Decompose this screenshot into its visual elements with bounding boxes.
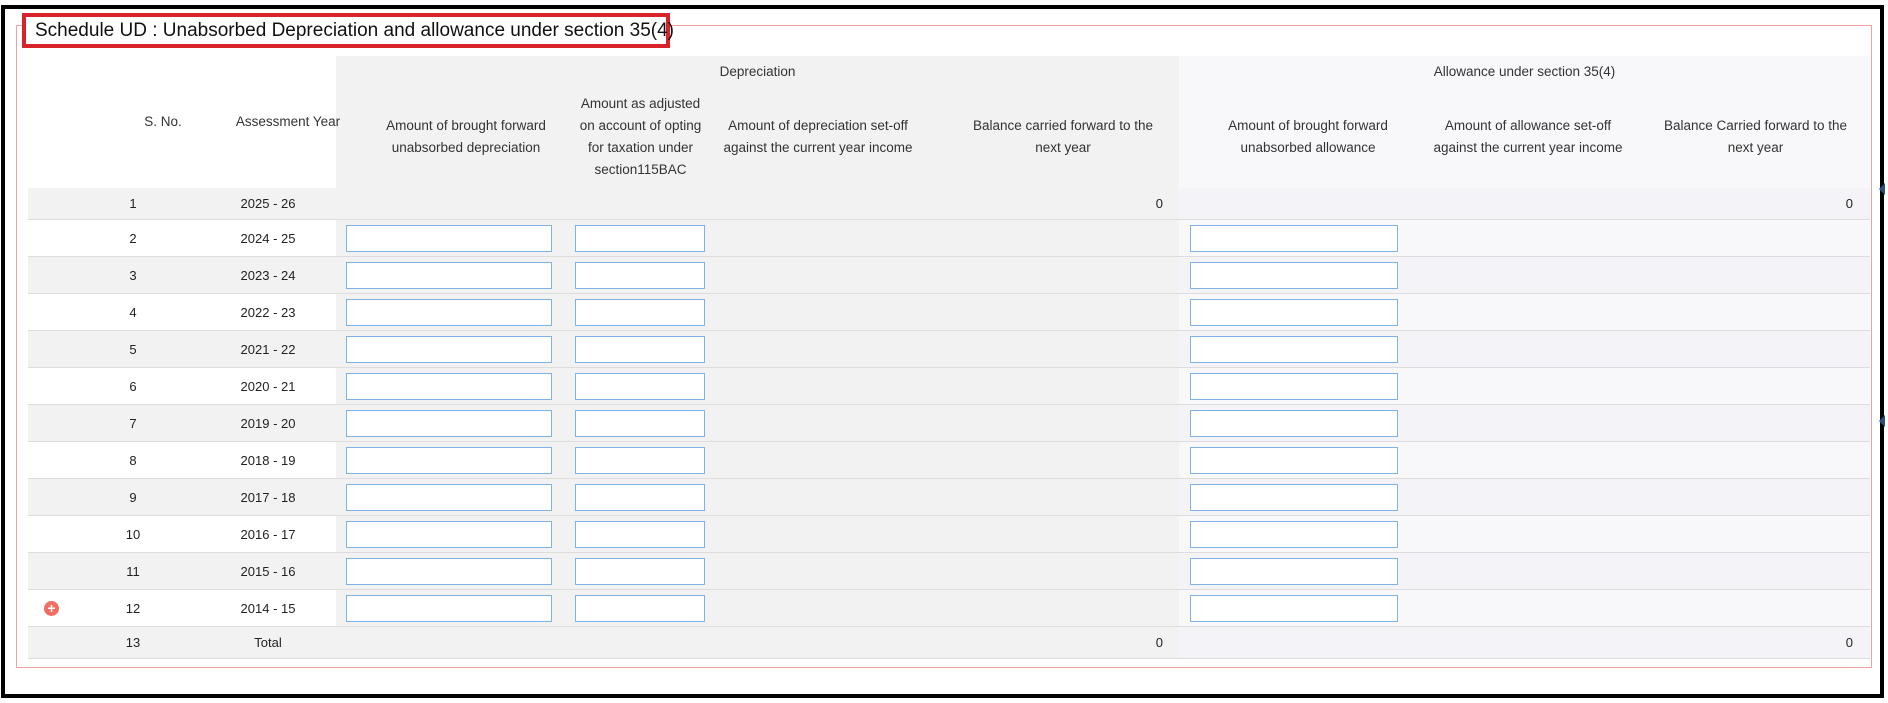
alw-brought-forward-input[interactable] xyxy=(1190,373,1398,400)
header-dep-brought-forward: Amount of brought forward unabsorbed dep… xyxy=(386,118,546,155)
row-sno: 3 xyxy=(129,267,137,283)
table-row: 9 2017 - 18 xyxy=(28,479,1870,516)
row-assessment-year: 2018 - 19 xyxy=(240,452,296,468)
plus-circle-icon[interactable]: + xyxy=(44,601,59,616)
dep-balance-value: 0 xyxy=(1155,635,1163,650)
header-allowance-group: Allowance under section 35(4) xyxy=(1433,64,1616,79)
table-row: 5 2021 - 22 xyxy=(28,331,1870,368)
row-sno: 6 xyxy=(129,378,137,394)
allowance-cells xyxy=(1179,188,1870,219)
header-dep-adjusted: Amount as adjusted on account of opting … xyxy=(579,96,702,177)
dep-brought-forward-input[interactable] xyxy=(346,373,552,400)
dep-adjusted-input[interactable] xyxy=(575,262,705,289)
dep-balance-value: 0 xyxy=(1155,196,1163,211)
row-assessment-year: 2021 - 22 xyxy=(240,341,296,357)
header-sno: S. No. xyxy=(144,114,182,129)
table-row: 10 2016 - 17 xyxy=(28,516,1870,553)
alw-balance-value: 0 xyxy=(1845,196,1853,211)
row-sno: 9 xyxy=(129,489,137,505)
dep-adjusted-input[interactable] xyxy=(575,225,705,252)
dep-adjusted-input[interactable] xyxy=(575,595,705,622)
alw-brought-forward-input[interactable] xyxy=(1190,410,1398,437)
row-sno: 1 xyxy=(129,196,137,211)
row-sno: 10 xyxy=(125,526,141,542)
row-sno: 12 xyxy=(125,600,141,616)
row-assessment-year: 2017 - 18 xyxy=(240,489,296,505)
row-assessment-year: 2019 - 20 xyxy=(240,415,296,431)
scroll-marker-icon xyxy=(1879,183,1885,195)
scroll-marker-icon xyxy=(1879,415,1885,427)
row-sno: 2 xyxy=(129,230,137,246)
allowance-cells xyxy=(1179,627,1870,658)
alw-brought-forward-input[interactable] xyxy=(1190,225,1398,252)
row-sno: 4 xyxy=(129,304,137,320)
dep-adjusted-input[interactable] xyxy=(575,521,705,548)
alw-brought-forward-input[interactable] xyxy=(1190,558,1398,585)
row-assessment-year: Total xyxy=(254,635,282,650)
alw-balance-value: 0 xyxy=(1845,635,1853,650)
dep-adjusted-input[interactable] xyxy=(575,447,705,474)
header-depreciation-group: Depreciation xyxy=(719,64,796,79)
dep-brought-forward-input[interactable] xyxy=(346,558,552,585)
dep-brought-forward-input[interactable] xyxy=(346,484,552,511)
dep-brought-forward-input[interactable] xyxy=(346,262,552,289)
alw-brought-forward-input[interactable] xyxy=(1190,299,1398,326)
alw-brought-forward-input[interactable] xyxy=(1190,484,1398,511)
row-assessment-year: 2020 - 21 xyxy=(240,378,296,394)
row-assessment-year: 2022 - 23 xyxy=(240,304,296,320)
row-assessment-year: 2015 - 16 xyxy=(240,563,296,579)
table-row: 3 2023 - 24 xyxy=(28,257,1870,294)
table-row: 8 2018 - 19 xyxy=(28,442,1870,479)
table-row: 4 2022 - 23 xyxy=(28,294,1870,331)
dep-adjusted-input[interactable] xyxy=(575,336,705,363)
header-alw-balance: Balance Carried forward to the next year xyxy=(1663,118,1848,155)
row-sno: 11 xyxy=(126,563,140,579)
row-assessment-year: 2016 - 17 xyxy=(240,526,296,542)
table-row: 7 2019 - 20 xyxy=(28,405,1870,442)
row-assessment-year: 2024 - 25 xyxy=(240,230,296,246)
depreciation-cells xyxy=(336,188,1179,219)
alw-brought-forward-input[interactable] xyxy=(1190,521,1398,548)
header-dep-setoff: Amount of depreciation set-off against t… xyxy=(723,118,913,155)
dep-brought-forward-input[interactable] xyxy=(346,225,552,252)
table-row: 12 2014 - 15 + xyxy=(28,590,1870,627)
row-assessment-year: 2025 - 26 xyxy=(240,196,296,211)
dep-brought-forward-input[interactable] xyxy=(346,336,552,363)
dep-brought-forward-input[interactable] xyxy=(346,595,552,622)
dep-adjusted-input[interactable] xyxy=(575,558,705,585)
header-alw-brought-forward: Amount of brought forward unabsorbed all… xyxy=(1228,118,1388,155)
dep-brought-forward-input[interactable] xyxy=(346,447,552,474)
dep-adjusted-input[interactable] xyxy=(575,484,705,511)
row-sno: 7 xyxy=(129,415,137,431)
table-row: 6 2020 - 21 xyxy=(28,368,1870,405)
dep-adjusted-input[interactable] xyxy=(575,410,705,437)
row-sno: 8 xyxy=(129,452,137,468)
table-row: 1 2025 - 26 0 0 xyxy=(28,188,1870,220)
header-alw-setoff: Amount of allowance set-off against the … xyxy=(1433,118,1623,155)
table-row: 13 Total 0 0 xyxy=(28,627,1870,659)
dep-brought-forward-input[interactable] xyxy=(346,521,552,548)
table-row: 11 2015 - 16 xyxy=(28,553,1870,590)
dep-brought-forward-input[interactable] xyxy=(346,410,552,437)
depreciation-cells xyxy=(336,627,1179,658)
alw-brought-forward-input[interactable] xyxy=(1190,447,1398,474)
dep-adjusted-input[interactable] xyxy=(575,373,705,400)
header-dep-balance: Balance carried forward to the next year xyxy=(972,118,1154,155)
alw-brought-forward-input[interactable] xyxy=(1190,262,1398,289)
alw-brought-forward-input[interactable] xyxy=(1190,336,1398,363)
row-assessment-year: 2014 - 15 xyxy=(240,600,296,616)
alw-brought-forward-input[interactable] xyxy=(1190,595,1398,622)
row-sno: 5 xyxy=(129,341,137,357)
schedule-title: Schedule UD : Unabsorbed Depreciation an… xyxy=(22,13,674,48)
dep-brought-forward-input[interactable] xyxy=(346,299,552,326)
dep-adjusted-input[interactable] xyxy=(575,299,705,326)
row-assessment-year: 2023 - 24 xyxy=(240,267,296,283)
table-row: 2 2024 - 25 xyxy=(28,220,1870,257)
row-sno: 13 xyxy=(125,635,141,650)
